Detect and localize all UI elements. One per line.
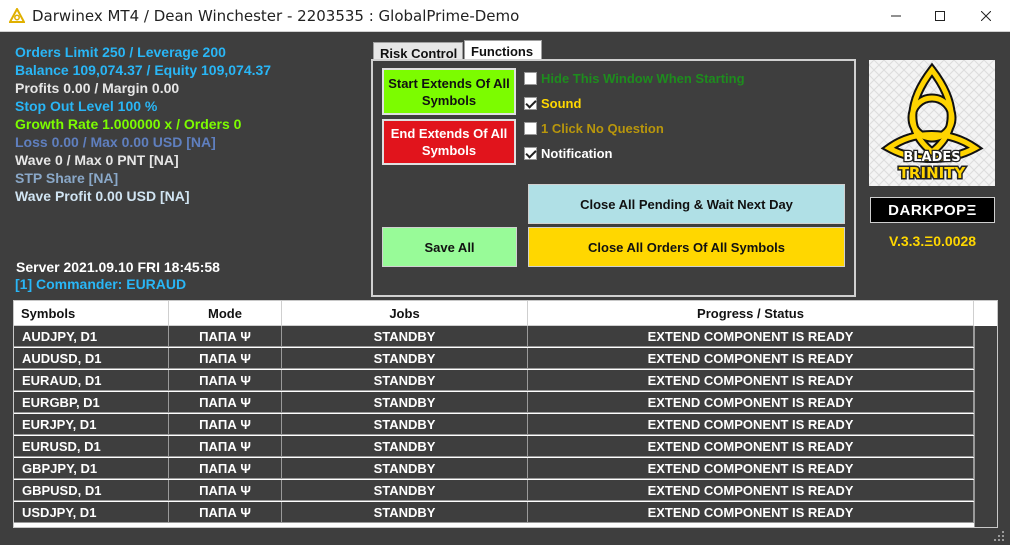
cell-status: EXTEND COMPONENT IS READY [528, 502, 974, 523]
column-header-jobs[interactable]: Jobs [282, 301, 528, 326]
maximize-icon [935, 11, 945, 21]
cell-status: EXTEND COMPONENT IS READY [528, 370, 974, 391]
trinity-knot-icon: BLADES TRINITY [869, 60, 995, 186]
one-click-checkbox[interactable]: 1 Click No Question [524, 121, 664, 136]
cell-jobs: STANDBY [282, 502, 528, 523]
cell-jobs: STANDBY [282, 370, 528, 391]
cell-status: EXTEND COMPONENT IS READY [528, 414, 974, 435]
cell-symbol: USDJPY, D1 [14, 502, 169, 523]
server-time: Server 2021.09.10 FRI 18:45:58 [16, 259, 220, 275]
table-row[interactable]: EURJPY, D1 ΠΑΠΑ Ψ STANDBY EXTEND COMPONENT … [14, 414, 997, 435]
logo-text-blades: BLADES [903, 150, 960, 165]
blades-trinity-logo: BLADES TRINITY [869, 60, 995, 186]
table-row[interactable]: AUDJPY, D1 ΠΑΠΑ Ψ STANDBY EXTEND COMPONENT … [14, 326, 997, 347]
cell-symbol: EURJPY, D1 [14, 414, 169, 435]
cell-mode: ΠΑΠΑ Ψ [169, 502, 282, 523]
checkbox-box[interactable] [524, 97, 537, 110]
table-row[interactable]: EURAUD, D1 ΠΑΠΑ Ψ STANDBY EXTEND COMPONENT … [14, 370, 997, 391]
start-extends-button[interactable]: Start Extends Of All Symbols [382, 68, 516, 115]
cell-jobs: STANDBY [282, 392, 528, 413]
brand-name-badge: DARKPOPΞ [870, 197, 995, 223]
cell-jobs: STANDBY [282, 348, 528, 369]
table-row[interactable]: USDJPY, D1 ΠΑΠΑ Ψ STANDBY EXTEND COMPONENT … [14, 502, 997, 523]
column-header-progress[interactable]: Progress / Status [528, 301, 974, 326]
stat-wave-profit: Wave Profit 0.00 USD [NA] [15, 188, 190, 204]
cell-mode: ΠΑΠΑ Ψ [169, 458, 282, 479]
cell-symbol: EURAUD, D1 [14, 370, 169, 391]
cell-status: EXTEND COMPONENT IS READY [528, 348, 974, 369]
cell-symbol: AUDJPY, D1 [14, 326, 169, 347]
cell-mode: ΠΑΠΑ Ψ [169, 326, 282, 347]
cell-symbol: EURGBP, D1 [14, 392, 169, 413]
stat-balance: Balance 109,074.37 / Equity 109,074.37 [15, 62, 272, 78]
cell-mode: ΠΑΠΑ Ψ [169, 436, 282, 457]
stat-loss: Loss 0.00 / Max 0.00 USD [NA] [15, 134, 216, 150]
end-extends-button[interactable]: End Extends Of All Symbols [382, 119, 516, 165]
stat-growth-rate: Growth Rate 1.000000 x / Orders 0 [15, 116, 242, 132]
cell-jobs: STANDBY [282, 326, 528, 347]
hide-window-label: Hide This Window When Starting [541, 71, 745, 86]
stat-orders-limit: Orders Limit 250 / Leverage 200 [15, 44, 226, 60]
table-row[interactable]: EURGBP, D1 ΠΑΠΑ Ψ STANDBY EXTEND COMPONENT … [14, 392, 997, 413]
cell-mode: ΠΑΠΑ Ψ [169, 414, 282, 435]
close-icon [981, 11, 991, 21]
cell-mode: ΠΑΠΑ Ψ [169, 480, 282, 501]
one-click-label: 1 Click No Question [541, 121, 664, 136]
checkbox-box[interactable] [524, 122, 537, 135]
minimize-button[interactable] [873, 0, 919, 32]
cell-symbol: EURUSD, D1 [14, 436, 169, 457]
cell-status: EXTEND COMPONENT IS READY [528, 480, 974, 501]
cell-mode: ΠΑΠΑ Ψ [169, 348, 282, 369]
close-button[interactable] [963, 0, 1009, 32]
commander-label: [1] Commander: EURAUD [15, 276, 187, 292]
cell-jobs: STANDBY [282, 436, 528, 457]
cell-jobs: STANDBY [282, 480, 528, 501]
version-label: V.3.3.Ξ0.0028 [888, 233, 977, 249]
close-all-orders-button[interactable]: Close All Orders Of All Symbols [528, 227, 845, 267]
column-header-mode[interactable]: Mode [169, 301, 282, 326]
stat-stp-share: STP Share [NA] [15, 170, 119, 186]
cell-jobs: STANDBY [282, 458, 528, 479]
sound-label: Sound [541, 96, 582, 111]
maximize-button[interactable] [917, 0, 963, 32]
minimize-icon [891, 15, 901, 17]
symbols-table: Symbols Mode Jobs Progress / Status AUDJ… [13, 300, 998, 528]
cell-symbol: GBPUSD, D1 [14, 480, 169, 501]
checkbox-box[interactable] [524, 72, 537, 85]
window-title: Darwinex MT4 / Dean Winchester - 2203535… [32, 7, 520, 25]
sound-checkbox[interactable]: Sound [524, 96, 581, 111]
column-header-symbols[interactable]: Symbols [14, 301, 169, 326]
cell-status: EXTEND COMPONENT IS READY [528, 326, 974, 347]
stat-stop-out: Stop Out Level 100 % [15, 98, 158, 114]
stat-profits: Profits 0.00 / Margin 0.00 [15, 80, 180, 96]
table-row[interactable]: EURUSD, D1 ΠΑΠΑ Ψ STANDBY EXTEND COMPONENT … [14, 436, 997, 457]
notification-checkbox[interactable]: Notification [524, 146, 613, 161]
logo-text-trinity: TRINITY [899, 164, 967, 182]
cell-mode: ΠΑΠΑ Ψ [169, 392, 282, 413]
app-logo-icon [9, 8, 25, 23]
cell-status: EXTEND COMPONENT IS READY [528, 458, 974, 479]
cell-symbol: GBPJPY, D1 [14, 458, 169, 479]
title-bar[interactable]: Darwinex MT4 / Dean Winchester - 2203535… [0, 0, 1010, 32]
hide-window-checkbox[interactable]: Hide This Window When Starting [524, 71, 745, 86]
cell-status: EXTEND COMPONENT IS READY [528, 436, 974, 457]
cell-status: EXTEND COMPONENT IS READY [528, 392, 974, 413]
cell-symbol: AUDUSD, D1 [14, 348, 169, 369]
resize-grip-icon[interactable] [993, 530, 1005, 542]
vertical-scrollbar[interactable] [974, 326, 997, 527]
table-header: Symbols Mode Jobs Progress / Status [14, 301, 974, 326]
cell-jobs: STANDBY [282, 414, 528, 435]
checkbox-box[interactable] [524, 147, 537, 160]
cell-mode: ΠΑΠΑ Ψ [169, 370, 282, 391]
notification-label: Notification [541, 146, 613, 161]
table-row[interactable]: AUDUSD, D1 ΠΑΠΑ Ψ STANDBY EXTEND COMPONENT … [14, 348, 997, 369]
stat-wave: Wave 0 / Max 0 PNT [NA] [15, 152, 179, 168]
table-row[interactable]: GBPUSD, D1 ΠΑΠΑ Ψ STANDBY EXTEND COMPONENT … [14, 480, 997, 501]
table-row[interactable]: GBPJPY, D1 ΠΑΠΑ Ψ STANDBY EXTEND COMPONENT … [14, 458, 997, 479]
save-all-button[interactable]: Save All [382, 227, 517, 267]
close-pending-button[interactable]: Close All Pending & Wait Next Day [528, 184, 845, 224]
